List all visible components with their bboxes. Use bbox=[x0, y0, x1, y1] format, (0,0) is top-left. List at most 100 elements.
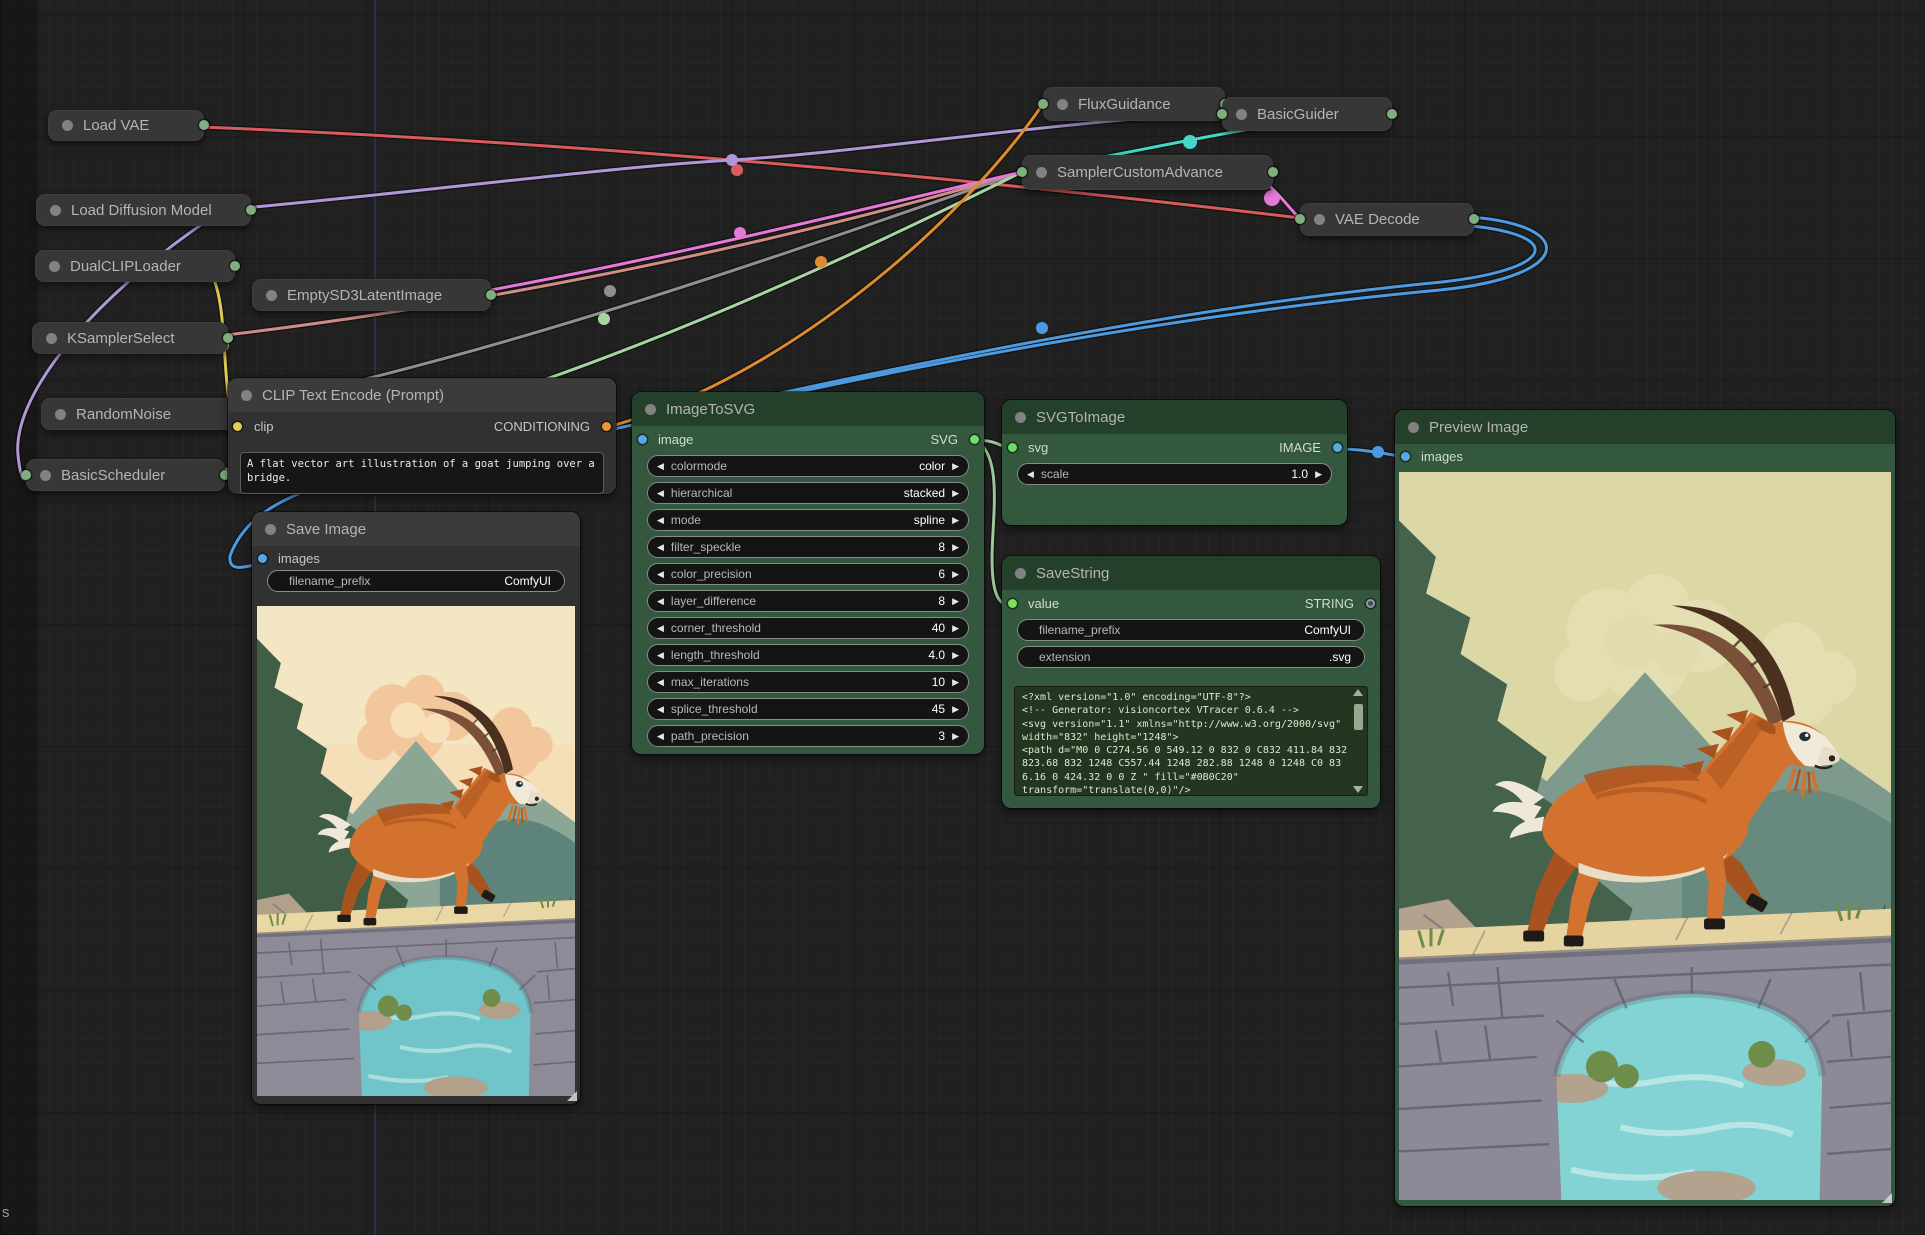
output-port[interactable] bbox=[199, 120, 209, 130]
max-iterations-widget[interactable]: ◀max_iterations10▶ bbox=[647, 671, 969, 693]
node-basicguider[interactable]: BasicGuider bbox=[1222, 97, 1392, 131]
node-header[interactable]: Preview Image bbox=[1395, 410, 1895, 444]
node-header[interactable]: SVGToImage bbox=[1002, 400, 1347, 434]
conditioning-output-port[interactable] bbox=[602, 422, 611, 431]
collapse-dot-icon[interactable] bbox=[1015, 568, 1026, 579]
node-randomnoise[interactable]: RandomNoise bbox=[41, 398, 236, 430]
right-arrow-icon[interactable]: ▶ bbox=[952, 732, 959, 741]
collapse-dot-icon[interactable] bbox=[266, 290, 277, 301]
value-input-port[interactable] bbox=[1008, 599, 1017, 608]
node-emptysd3latentimage[interactable]: EmptySD3LatentImage bbox=[252, 279, 491, 311]
preview-image-display[interactable] bbox=[1399, 472, 1891, 1200]
node-preview-image[interactable]: Preview Image images bbox=[1395, 410, 1895, 1206]
colormode-widget[interactable]: ◀colormodecolor▶ bbox=[647, 455, 969, 477]
collapse-dot-icon[interactable] bbox=[40, 470, 51, 481]
collapse-dot-icon[interactable] bbox=[50, 205, 61, 216]
clip-input-port[interactable] bbox=[233, 422, 242, 431]
left-arrow-icon[interactable]: ◀ bbox=[657, 651, 664, 660]
right-arrow-icon[interactable]: ▶ bbox=[952, 516, 959, 525]
output-port[interactable] bbox=[1387, 109, 1397, 119]
right-arrow-icon[interactable]: ▶ bbox=[952, 489, 959, 498]
right-arrow-icon[interactable]: ▶ bbox=[1315, 470, 1322, 479]
scale-widget[interactable]: ◀scale1.0▶ bbox=[1017, 463, 1332, 485]
left-arrow-icon[interactable]: ◀ bbox=[657, 543, 664, 552]
collapse-dot-icon[interactable] bbox=[46, 333, 57, 344]
node-header[interactable]: CLIP Text Encode (Prompt) bbox=[228, 378, 616, 412]
prompt-textarea[interactable]: A flat vector art illustration of a goat… bbox=[240, 452, 604, 494]
node-load-diffusion-model[interactable]: Load Diffusion Model bbox=[36, 194, 251, 226]
collapse-dot-icon[interactable] bbox=[241, 390, 252, 401]
right-arrow-icon[interactable]: ▶ bbox=[952, 678, 959, 687]
left-arrow-icon[interactable]: ◀ bbox=[657, 516, 664, 525]
node-load-vae[interactable]: Load VAE bbox=[48, 110, 204, 141]
node-savestring[interactable]: SaveString value STRING filename_prefix … bbox=[1002, 556, 1380, 808]
color-precision-widget[interactable]: ◀color_precision6▶ bbox=[647, 563, 969, 585]
image-output-port[interactable] bbox=[1333, 443, 1342, 452]
extension-widget[interactable]: extension .svg bbox=[1017, 646, 1365, 668]
node-samplercustomadvance[interactable]: SamplerCustomAdvance bbox=[1022, 155, 1273, 190]
collapse-dot-icon[interactable] bbox=[1236, 109, 1247, 120]
scroll-up-icon[interactable] bbox=[1353, 689, 1363, 696]
node-fluxguidance[interactable]: FluxGuidance bbox=[1043, 87, 1225, 121]
filename-prefix-widget[interactable]: filename_prefix ComfyUI bbox=[267, 570, 565, 592]
images-input-port[interactable] bbox=[1401, 452, 1410, 461]
node-ksamplerselect[interactable]: KSamplerSelect bbox=[32, 322, 228, 354]
node-clip-text-encode[interactable]: CLIP Text Encode (Prompt) clip CONDITION… bbox=[228, 378, 616, 494]
right-arrow-icon[interactable]: ▶ bbox=[952, 705, 959, 714]
node-vae-decode[interactable]: VAE Decode bbox=[1300, 203, 1474, 236]
collapse-dot-icon[interactable] bbox=[1408, 422, 1419, 433]
input-port[interactable] bbox=[1017, 167, 1027, 177]
resize-handle[interactable] bbox=[567, 1091, 577, 1101]
left-arrow-icon[interactable]: ◀ bbox=[657, 597, 664, 606]
left-arrow-icon[interactable]: ◀ bbox=[657, 678, 664, 687]
input-port[interactable] bbox=[1217, 109, 1227, 119]
string-value-textarea[interactable]: <?xml version="1.0" encoding="UTF-8"?> <… bbox=[1014, 686, 1368, 796]
left-arrow-icon[interactable]: ◀ bbox=[657, 732, 664, 741]
collapse-dot-icon[interactable] bbox=[62, 120, 73, 131]
node-graph-canvas[interactable]: s bbox=[0, 0, 1925, 1235]
collapse-dot-icon[interactable] bbox=[1057, 99, 1068, 110]
left-arrow-icon[interactable]: ◀ bbox=[657, 705, 664, 714]
right-arrow-icon[interactable]: ▶ bbox=[952, 651, 959, 660]
corner-threshold-widget[interactable]: ◀corner_threshold40▶ bbox=[647, 617, 969, 639]
node-header[interactable]: ImageToSVG bbox=[632, 392, 984, 426]
input-port[interactable] bbox=[1295, 214, 1305, 224]
images-input-port[interactable] bbox=[258, 554, 267, 563]
right-arrow-icon[interactable]: ▶ bbox=[952, 597, 959, 606]
svg-input-port[interactable] bbox=[1008, 443, 1017, 452]
output-port[interactable] bbox=[246, 205, 256, 215]
input-port[interactable] bbox=[21, 470, 31, 480]
filter-speckle-widget[interactable]: ◀filter_speckle8▶ bbox=[647, 536, 969, 558]
output-port[interactable] bbox=[486, 290, 496, 300]
left-arrow-icon[interactable]: ◀ bbox=[657, 462, 664, 471]
right-arrow-icon[interactable]: ▶ bbox=[952, 543, 959, 552]
output-port[interactable] bbox=[223, 333, 233, 343]
left-arrow-icon[interactable]: ◀ bbox=[657, 570, 664, 579]
output-port[interactable] bbox=[1268, 167, 1278, 177]
output-port[interactable] bbox=[1469, 214, 1479, 224]
collapse-dot-icon[interactable] bbox=[1036, 167, 1047, 178]
node-header[interactable]: Save Image bbox=[252, 512, 580, 546]
scrollbar[interactable] bbox=[1352, 689, 1364, 793]
resize-handle[interactable] bbox=[1882, 1193, 1892, 1203]
left-arrow-icon[interactable]: ◀ bbox=[657, 624, 664, 633]
path-precision-widget[interactable]: ◀path_precision3▶ bbox=[647, 725, 969, 747]
hierarchical-widget[interactable]: ◀hierarchicalstacked▶ bbox=[647, 482, 969, 504]
scroll-down-icon[interactable] bbox=[1353, 786, 1363, 793]
collapse-dot-icon[interactable] bbox=[49, 261, 60, 272]
node-imagetosvg[interactable]: ImageToSVG image SVG ◀colormodecolor▶ ◀h… bbox=[632, 392, 984, 754]
saved-image-preview[interactable] bbox=[257, 606, 575, 1096]
scroll-thumb[interactable] bbox=[1354, 704, 1363, 730]
node-basicscheduler[interactable]: BasicScheduler bbox=[26, 459, 225, 491]
node-header[interactable]: SaveString bbox=[1002, 556, 1380, 590]
node-dualcliploader[interactable]: DualCLIPLoader bbox=[35, 250, 235, 282]
layer-difference-widget[interactable]: ◀layer_difference8▶ bbox=[647, 590, 969, 612]
right-arrow-icon[interactable]: ▶ bbox=[952, 570, 959, 579]
node-svgtoimage[interactable]: SVGToImage svg IMAGE ◀scale1.0▶ bbox=[1002, 400, 1347, 525]
string-output-port[interactable] bbox=[1366, 599, 1375, 608]
collapse-dot-icon[interactable] bbox=[1314, 214, 1325, 225]
filename-prefix-widget[interactable]: filename_prefix ComfyUI bbox=[1017, 619, 1365, 641]
input-port[interactable] bbox=[1038, 99, 1048, 109]
length-threshold-widget[interactable]: ◀length_threshold4.0▶ bbox=[647, 644, 969, 666]
node-save-image[interactable]: Save Image images filename_prefix ComfyU… bbox=[252, 512, 580, 1104]
